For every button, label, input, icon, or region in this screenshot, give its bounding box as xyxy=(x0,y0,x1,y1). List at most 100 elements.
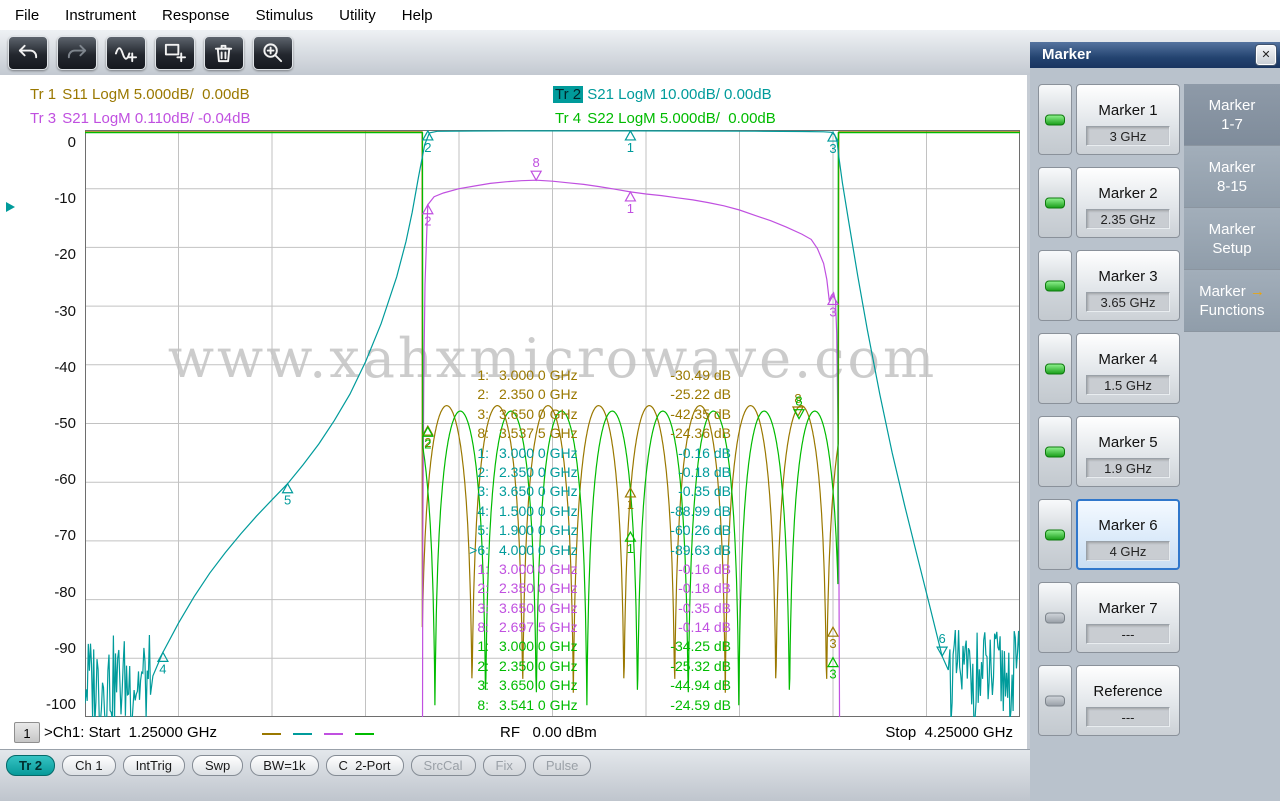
tab-marker-1-7[interactable]: Marker1-7 xyxy=(1184,84,1280,146)
marker-5-toggle[interactable] xyxy=(1038,416,1072,487)
marker-2-button[interactable]: Marker 22.35 GHz xyxy=(1076,167,1180,238)
close-button[interactable]: ✕ xyxy=(1256,45,1276,65)
marker-readout-number: 3: xyxy=(455,599,489,618)
add-channel-icon xyxy=(163,41,187,64)
trace-label-tr1: Tr 1 xyxy=(28,86,58,103)
menu-item-response[interactable]: Response xyxy=(149,7,243,24)
marker-number-label: 3 xyxy=(829,667,836,682)
trace-format-tr4: S22 LogM 5.000dB/ 0.00dB xyxy=(583,110,776,127)
marker-5-row: Marker 51.9 GHz xyxy=(1038,416,1180,487)
marker-readout-frequency: 2.697 5 GHz xyxy=(489,618,631,637)
marker-number-label: 3 xyxy=(829,636,836,651)
marker-1-button[interactable]: Marker 13 GHz xyxy=(1076,84,1180,155)
marker-2-toggle[interactable] xyxy=(1038,167,1072,238)
marker-3-button[interactable]: Marker 33.65 GHz xyxy=(1076,250,1180,321)
marker-readout-frequency: 3.650 0 GHz xyxy=(489,405,631,424)
status-tr-2[interactable]: Tr 2 xyxy=(6,755,55,776)
reference-label: Reference xyxy=(1077,683,1179,700)
marker-readout-number: 1: xyxy=(455,444,489,463)
y-axis-label: -30 xyxy=(0,303,76,321)
marker-readout-row: 2:2.350 0 GHz-25.22 dB xyxy=(455,385,731,404)
marker-glyph-tr2-5 xyxy=(283,484,293,493)
marker-number-label: 5 xyxy=(284,493,291,508)
stop-frequency-label: Stop 4.25000 GHz xyxy=(885,724,1013,741)
trace-legend-tr4[interactable]: Tr 4 S22 LogM 5.000dB/ 0.00dB xyxy=(553,110,776,127)
status-c-2-port[interactable]: C 2-Port xyxy=(326,755,404,776)
menu-bar: FileInstrumentResponseStimulusUtilityHel… xyxy=(0,0,1280,31)
trace-legend-tr1[interactable]: Tr 1 S11 LogM 5.000dB/ 0.00dB xyxy=(28,86,553,103)
marker-5-button[interactable]: Marker 51.9 GHz xyxy=(1076,416,1180,487)
tab-label-line2: 1-7 xyxy=(1184,116,1280,133)
menu-item-utility[interactable]: Utility xyxy=(326,7,389,24)
menu-item-stimulus[interactable]: Stimulus xyxy=(243,7,327,24)
marker-6-value: 4 GHz xyxy=(1086,541,1170,561)
led-indicator-off xyxy=(1045,695,1065,706)
marker-readout-table: 1:3.000 0 GHz-30.49 dB2:2.350 0 GHz-25.2… xyxy=(455,366,731,715)
channel-tab-1[interactable]: 1 xyxy=(14,722,40,743)
marker-readout-value: -24.36 dB xyxy=(631,424,731,443)
marker-6-row: Marker 64 GHz xyxy=(1038,499,1180,570)
marker-1-toggle[interactable] xyxy=(1038,84,1072,155)
marker-number-label: 2 xyxy=(424,214,431,229)
status-srccal: SrcCal xyxy=(411,755,476,776)
marker-readout-value: -88.99 dB xyxy=(631,502,731,521)
tab-marker-functions[interactable]: Marker →Functions xyxy=(1184,270,1280,332)
status-swp[interactable]: Swp xyxy=(192,755,243,776)
marker-readout-value: -0.16 dB xyxy=(631,560,731,579)
reference-toggle[interactable] xyxy=(1038,665,1072,736)
status-bar: Tr 2Ch 1IntTrigSwpBW=1kC 2-PortSrcCalFix… xyxy=(0,749,1030,801)
marker-4-button[interactable]: Marker 41.5 GHz xyxy=(1076,333,1180,404)
add-channel-button[interactable] xyxy=(155,36,195,70)
marker-number-label: 4 xyxy=(159,661,166,676)
marker-readout-value: -25.32 dB xyxy=(631,657,731,676)
marker-readout-row: 1:3.000 0 GHz-0.16 dB xyxy=(455,444,731,463)
marker-7-value: --- xyxy=(1086,624,1170,644)
y-axis-label: 0 xyxy=(0,134,76,152)
trace-legend: Tr 1 S11 LogM 5.000dB/ 0.00dBTr 2 S21 Lo… xyxy=(28,86,776,127)
stimulus-footer: 1 >Ch1: Start 1.25000 GHz RF 0.00 dBm St… xyxy=(0,721,1027,747)
menu-item-instrument[interactable]: Instrument xyxy=(52,7,149,24)
status-bw-1k[interactable]: BW=1k xyxy=(250,755,318,776)
vna-application-window: FileInstrumentResponseStimulusUtilityHel… xyxy=(0,0,1280,801)
tab-marker-8-15[interactable]: Marker8-15 xyxy=(1184,146,1280,208)
tab-marker-setup[interactable]: MarkerSetup xyxy=(1184,208,1280,270)
delete-icon xyxy=(212,41,236,64)
menu-item-file[interactable]: File xyxy=(2,7,52,24)
status-inttrig[interactable]: IntTrig xyxy=(123,755,185,776)
marker-number-label: 2 xyxy=(424,436,431,451)
marker-readout-number: 2: xyxy=(455,579,489,598)
marker-readout-value: -44.94 dB xyxy=(631,676,731,695)
marker-3-toggle[interactable] xyxy=(1038,250,1072,321)
marker-7-button[interactable]: Marker 7--- xyxy=(1076,582,1180,653)
trace-legend-tr3[interactable]: Tr 3 S21 LogM 0.110dB/ -0.04dB xyxy=(28,110,553,127)
reference-row: Reference--- xyxy=(1038,665,1180,736)
marker-panel-title: Marker xyxy=(1042,46,1091,63)
marker-6-toggle[interactable] xyxy=(1038,499,1072,570)
trace-legend-tr2[interactable]: Tr 2 S21 LogM 10.00dB/ 0.00dB xyxy=(553,86,776,103)
zoom-in-button[interactable] xyxy=(253,36,293,70)
marker-2-label: Marker 2 xyxy=(1077,185,1179,202)
marker-readout-frequency: 3.000 0 GHz xyxy=(489,366,631,385)
marker-4-toggle[interactable] xyxy=(1038,333,1072,404)
status-ch-1[interactable]: Ch 1 xyxy=(62,755,115,776)
undo-icon xyxy=(16,41,40,64)
marker-readout-frequency: 3.000 0 GHz xyxy=(489,560,631,579)
undo-button[interactable] xyxy=(8,36,48,70)
menu-item-help[interactable]: Help xyxy=(389,7,446,24)
led-indicator-on xyxy=(1045,197,1065,208)
marker-readout-value: -34.25 dB xyxy=(631,637,731,656)
marker-readout-frequency: 3.541 0 GHz xyxy=(489,696,631,715)
marker-3-row: Marker 33.65 GHz xyxy=(1038,250,1180,321)
marker-7-toggle[interactable] xyxy=(1038,582,1072,653)
reference-button[interactable]: Reference--- xyxy=(1076,665,1180,736)
marker-readout-value: -0.18 dB xyxy=(631,463,731,482)
y-axis-label: -20 xyxy=(0,246,76,264)
marker-readout-row: 2:2.350 0 GHz-0.18 dB xyxy=(455,463,731,482)
marker-readout-number: 3: xyxy=(455,676,489,695)
marker-readout-frequency: 2.350 0 GHz xyxy=(489,579,631,598)
marker-6-button[interactable]: Marker 64 GHz xyxy=(1076,499,1180,570)
marker-readout-value: -25.22 dB xyxy=(631,385,731,404)
add-trace-button[interactable] xyxy=(106,36,146,70)
delete-button[interactable] xyxy=(204,36,244,70)
marker-readout-frequency: 2.350 0 GHz xyxy=(489,463,631,482)
